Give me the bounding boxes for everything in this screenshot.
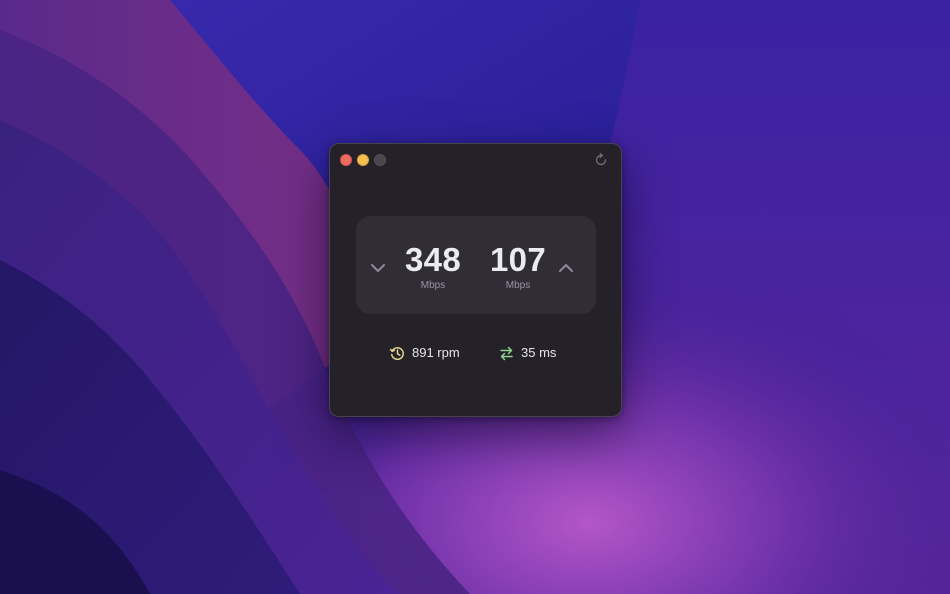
download-unit: Mbps [420,280,446,291]
chevron-up-icon [559,264,573,272]
refresh-icon[interactable] [593,152,609,168]
responsiveness-icon [389,346,404,360]
upload-value: 107 [490,241,546,278]
swap-arrows-icon [500,346,513,360]
zoom-icon[interactable] [374,154,386,166]
upload-speed: 107 Mbps [478,242,558,292]
download-value: 348 [405,241,461,278]
latency-stat: 35 ms [498,344,556,362]
responsiveness-value: 891 rpm [412,345,460,360]
responsiveness-stat: 891 rpm [389,344,460,362]
minimize-icon[interactable] [357,154,369,166]
speed-panel: 348 Mbps 107 Mbps [356,216,596,314]
download-speed: 348 Mbps [393,242,473,292]
network-stats: 891 rpm 35 ms [330,344,621,366]
upload-unit: Mbps [505,280,531,291]
speed-test-window: 348 Mbps 107 Mbps 891 rpm 35 ms [329,143,622,417]
window-controls [340,154,386,166]
close-icon[interactable] [340,154,352,166]
latency-value: 35 ms [521,345,557,360]
chevron-down-icon [371,264,385,272]
